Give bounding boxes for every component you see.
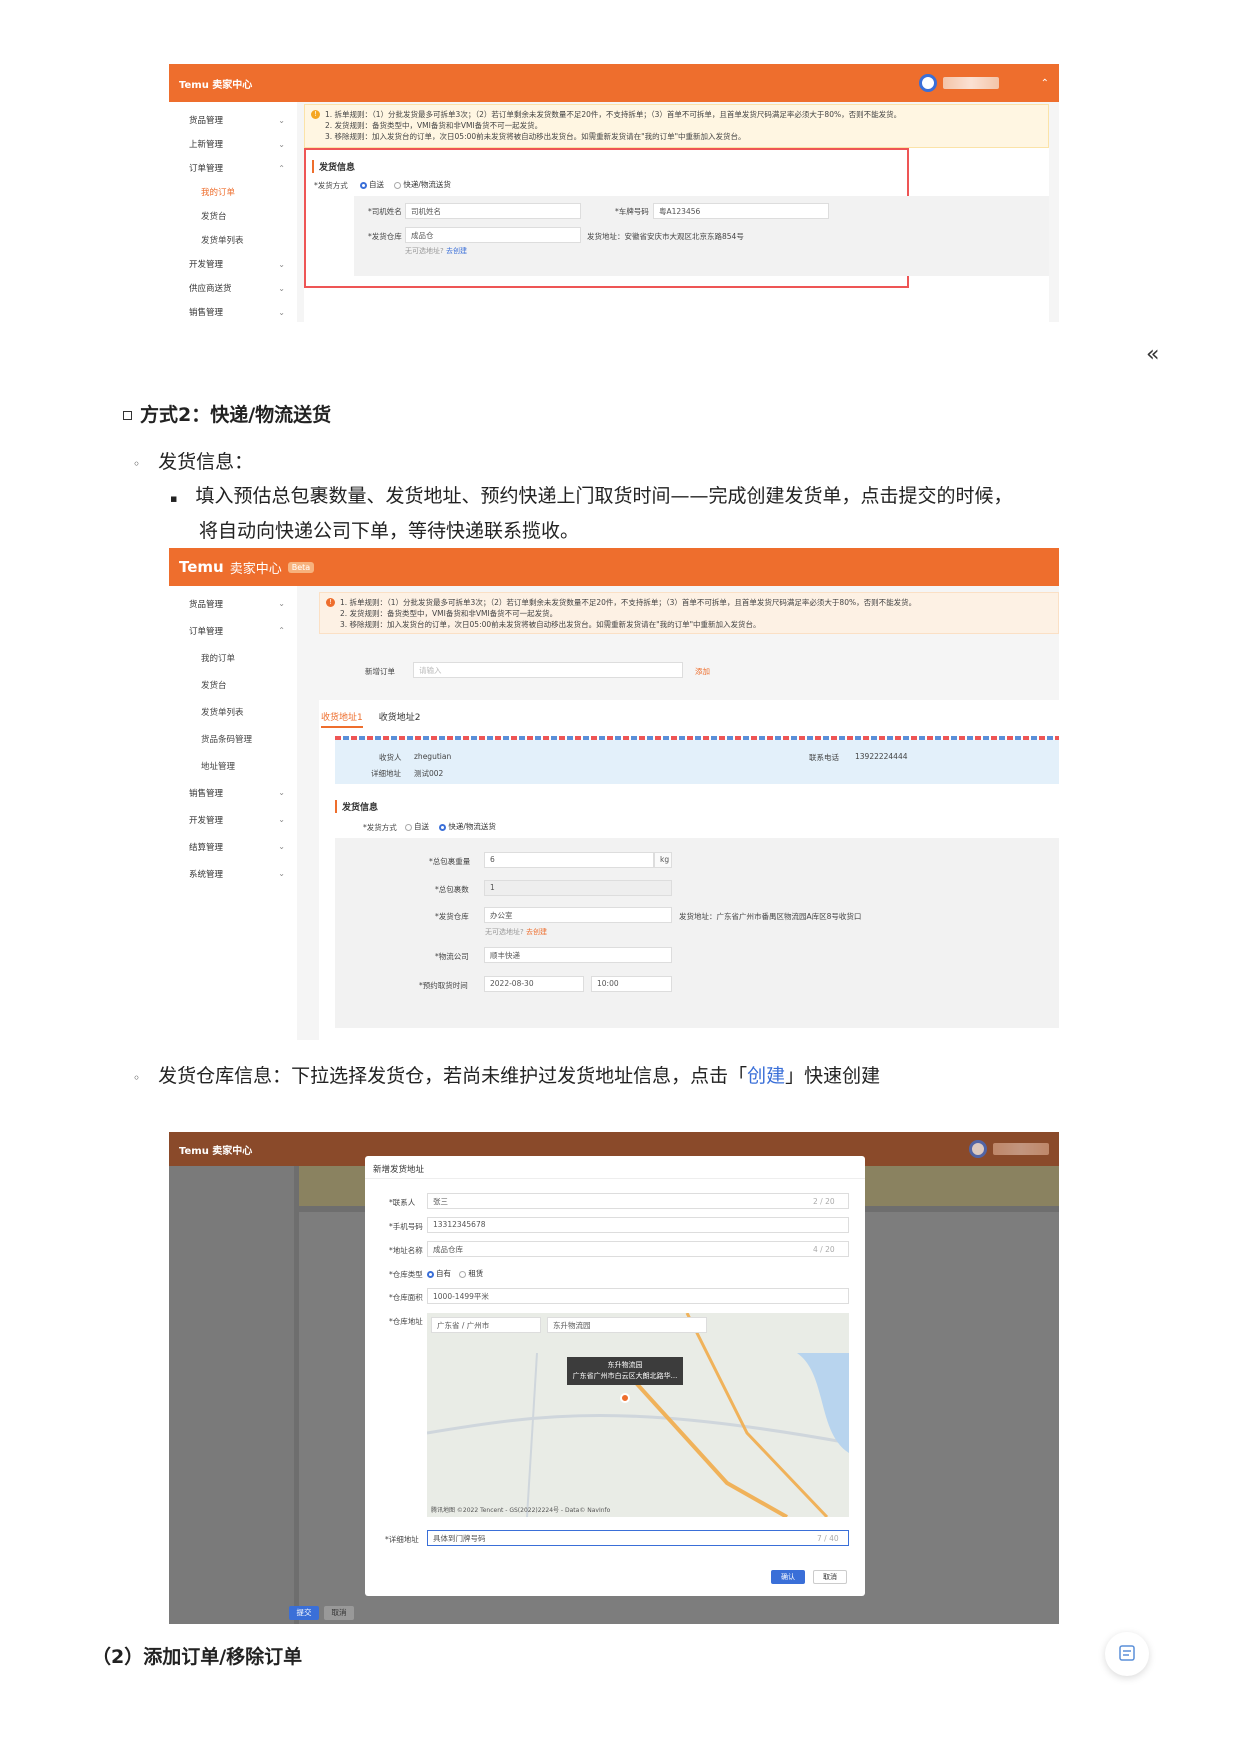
warning-icon: !	[326, 598, 335, 607]
top-bar: Temu 卖家中心 ⌃	[169, 64, 1059, 102]
radio-self[interactable]	[405, 823, 412, 831]
weight-input[interactable]: 6	[484, 852, 654, 868]
document-icon	[1119, 1645, 1135, 1661]
top-bar: Temu 卖家中心 Beta	[169, 548, 1059, 586]
warehouse-select[interactable]: 成品仓	[405, 227, 581, 243]
mobile-input[interactable]: 13312345678	[427, 1217, 849, 1233]
cancel-button[interactable]: 取消	[813, 1570, 847, 1584]
sidebar-item[interactable]: 订单管理 ⌃	[169, 156, 297, 180]
sidebar-item[interactable]: 发货台	[169, 671, 297, 698]
region-select[interactable]: 广东省 / 广州市	[431, 1317, 541, 1333]
add-order-panel: 新增订单 请输入 添加	[319, 648, 1059, 694]
screenshot-3: Temu 卖家中心 提交 取消 新增发货地址 *联系人 张三 2 / 20 *手…	[169, 1132, 1059, 1624]
map-pin-icon	[620, 1393, 630, 1403]
sidebar-item[interactable]: 发货单列表	[169, 228, 297, 252]
add-button[interactable]: 添加	[695, 666, 710, 677]
bullet-fill: ▪ 填入预估总包裹数量、发货地址、预约快递上门取货时间——完成创建发货单，点击提交…	[170, 485, 1013, 542]
map[interactable]: 广东省 / 广州市 东升物流园 东升物流园 广东省广州市白云区大朗北路华... …	[427, 1313, 849, 1517]
add-order-input[interactable]: 请输入	[413, 662, 683, 678]
contact-input[interactable]: 张三	[427, 1193, 849, 1209]
warning-icon: !	[311, 110, 320, 119]
sidebar-item[interactable]: 供应商送货 ⌄	[169, 276, 297, 300]
sidebar-item[interactable]: 发货单列表	[169, 698, 297, 725]
section-title: 发货信息	[312, 160, 355, 173]
sidebar-item[interactable]: 系统管理 ⌄	[169, 860, 297, 887]
create-link[interactable]: 创建	[747, 1065, 785, 1087]
heading-add-remove: （2）添加订单/移除订单	[92, 1646, 303, 1668]
sidebar: 货品管理 ⌄ 上新管理 ⌄ 订单管理 ⌃ 我的订单 发货台 发货单列表 开发管理 ⌄ 供…	[169, 102, 297, 322]
screenshot-1: Temu 卖家中心 ⌃ 货品管理 ⌄ 上新管理 ⌄ 订单管理 ⌃ 我的订单 发货台 发…	[169, 64, 1059, 322]
map-popup: 东升物流园 广东省广州市白云区大朗北路华...	[567, 1357, 683, 1385]
avatar[interactable]	[918, 74, 937, 92]
radio-own[interactable]	[427, 1270, 434, 1278]
sidebar-item[interactable]: 货品条码管理	[169, 725, 297, 752]
address-panel: 收货地址1 收货地址2 收货人 zhegutian 联系电话 1392222444…	[319, 700, 1059, 1040]
sidebar-item[interactable]: 上新管理 ⌄	[169, 132, 297, 156]
map-credit: 腾讯地图 ©2022 Tencent - GS(2022)2224号 - Dat…	[431, 1507, 611, 1514]
area-select[interactable]: 1000-1499平米	[427, 1288, 849, 1304]
sidebar-item[interactable]: 货品管理 ⌄	[169, 590, 297, 617]
map-roads	[427, 1313, 849, 1517]
cancel-button[interactable]: 取消	[324, 1606, 354, 1620]
sidebar-item[interactable]: 发货台	[169, 204, 297, 228]
count-input[interactable]: 1	[484, 880, 672, 896]
heading-method2: 方式2：快递/物流送货	[123, 400, 331, 427]
sidebar-item-my-orders[interactable]: 我的订单	[169, 180, 297, 204]
radio-express[interactable]	[439, 823, 447, 831]
tab-address1[interactable]: 收货地址1	[321, 713, 363, 728]
chevron-down-icon: ⌄	[278, 115, 285, 125]
notice-banner: ! 1. 拆单规则：（1）分批发货最多可拆单3次；（2）若订单剩余未发货数量不足…	[319, 592, 1059, 634]
carrier-select[interactable]: 顺丰快递	[484, 947, 672, 963]
sidebar-item[interactable]: 销售管理 ⌄	[169, 779, 297, 806]
sidebar-item[interactable]: 开发管理 ⌄	[169, 806, 297, 833]
map-search-input[interactable]: 东升物流园	[547, 1317, 707, 1333]
sidebar-item[interactable]: 结算管理 ⌄	[169, 833, 297, 860]
bullet-warehouse: ◦ 发货仓库信息：下拉选择发货仓，若尚未维护过发货地址信息，点击「创建」快速创建	[133, 1065, 881, 1087]
notice-banner: ! 1. 拆单规则：（1）分批发货最多可拆单3次；（2）若订单剩余未发货数量不足…	[304, 104, 1049, 148]
sidebar-item[interactable]: 订单管理 ⌃	[169, 617, 297, 644]
radio-express[interactable]	[394, 181, 402, 189]
logo: Temu 卖家中心	[179, 79, 253, 91]
sidebar-item[interactable]: 开发管理 ⌄	[169, 252, 297, 276]
feedback-icon[interactable]	[1105, 1632, 1149, 1676]
create-link[interactable]: 去创建	[446, 247, 467, 255]
detail-input[interactable]: 具体到门牌号码	[427, 1530, 849, 1546]
sidebar: 货品管理 ⌄ 订单管理 ⌃ 我的订单 发货台 发货单列表 货品条码管理 地址管理 销…	[169, 586, 297, 1040]
beta-badge: Beta	[287, 561, 315, 573]
logo: Temu	[179, 558, 224, 576]
chevron-down-icon: ⌄	[278, 139, 285, 149]
sidebar-item[interactable]: 我的订单	[169, 644, 297, 671]
chevron-up-icon: ⌃	[278, 163, 285, 173]
sidebar-item[interactable]: 货品管理 ⌄	[169, 108, 297, 132]
pickup-date[interactable]: 2022-08-30	[484, 976, 584, 992]
submit-button[interactable]: 提交	[289, 1606, 319, 1620]
screenshot-2: Temu 卖家中心 Beta 货品管理 ⌄ 订单管理 ⌃ 我的订单 发货台 发货单列…	[169, 548, 1059, 1040]
warehouse-select[interactable]: 办公室	[484, 907, 672, 923]
bullet-ship-info: ◦ 发货信息：	[133, 451, 254, 473]
weight-unit: kg	[654, 852, 672, 868]
address-name-input[interactable]: 成品仓库	[427, 1241, 849, 1257]
new-address-modal: 新增发货地址 *联系人 张三 2 / 20 *手机号码 13312345678 …	[365, 1156, 865, 1596]
account-name	[942, 77, 999, 89]
collapse-icon[interactable]: «	[1146, 342, 1159, 367]
chevron-up-icon[interactable]: ⌃	[1041, 78, 1049, 89]
ship-info-panel: 发货信息 *发货方式 自送 快递/物流送货 *司机姓名 司机姓名 *车牌号码 粤…	[304, 148, 1049, 322]
radio-self[interactable]	[360, 181, 367, 189]
plate-input[interactable]: 粤A123456	[653, 203, 829, 219]
pickup-time[interactable]: 10:00	[591, 976, 672, 992]
create-link[interactable]: 去创建	[526, 928, 547, 936]
radio-rent[interactable]	[459, 1270, 467, 1278]
sidebar-item[interactable]: 地址管理	[169, 752, 297, 779]
tab-address2[interactable]: 收货地址2	[379, 713, 421, 723]
driver-input[interactable]: 司机姓名	[405, 203, 581, 219]
confirm-button[interactable]: 确认	[771, 1570, 805, 1584]
sidebar-item[interactable]: 销售管理 ⌄	[169, 300, 297, 322]
